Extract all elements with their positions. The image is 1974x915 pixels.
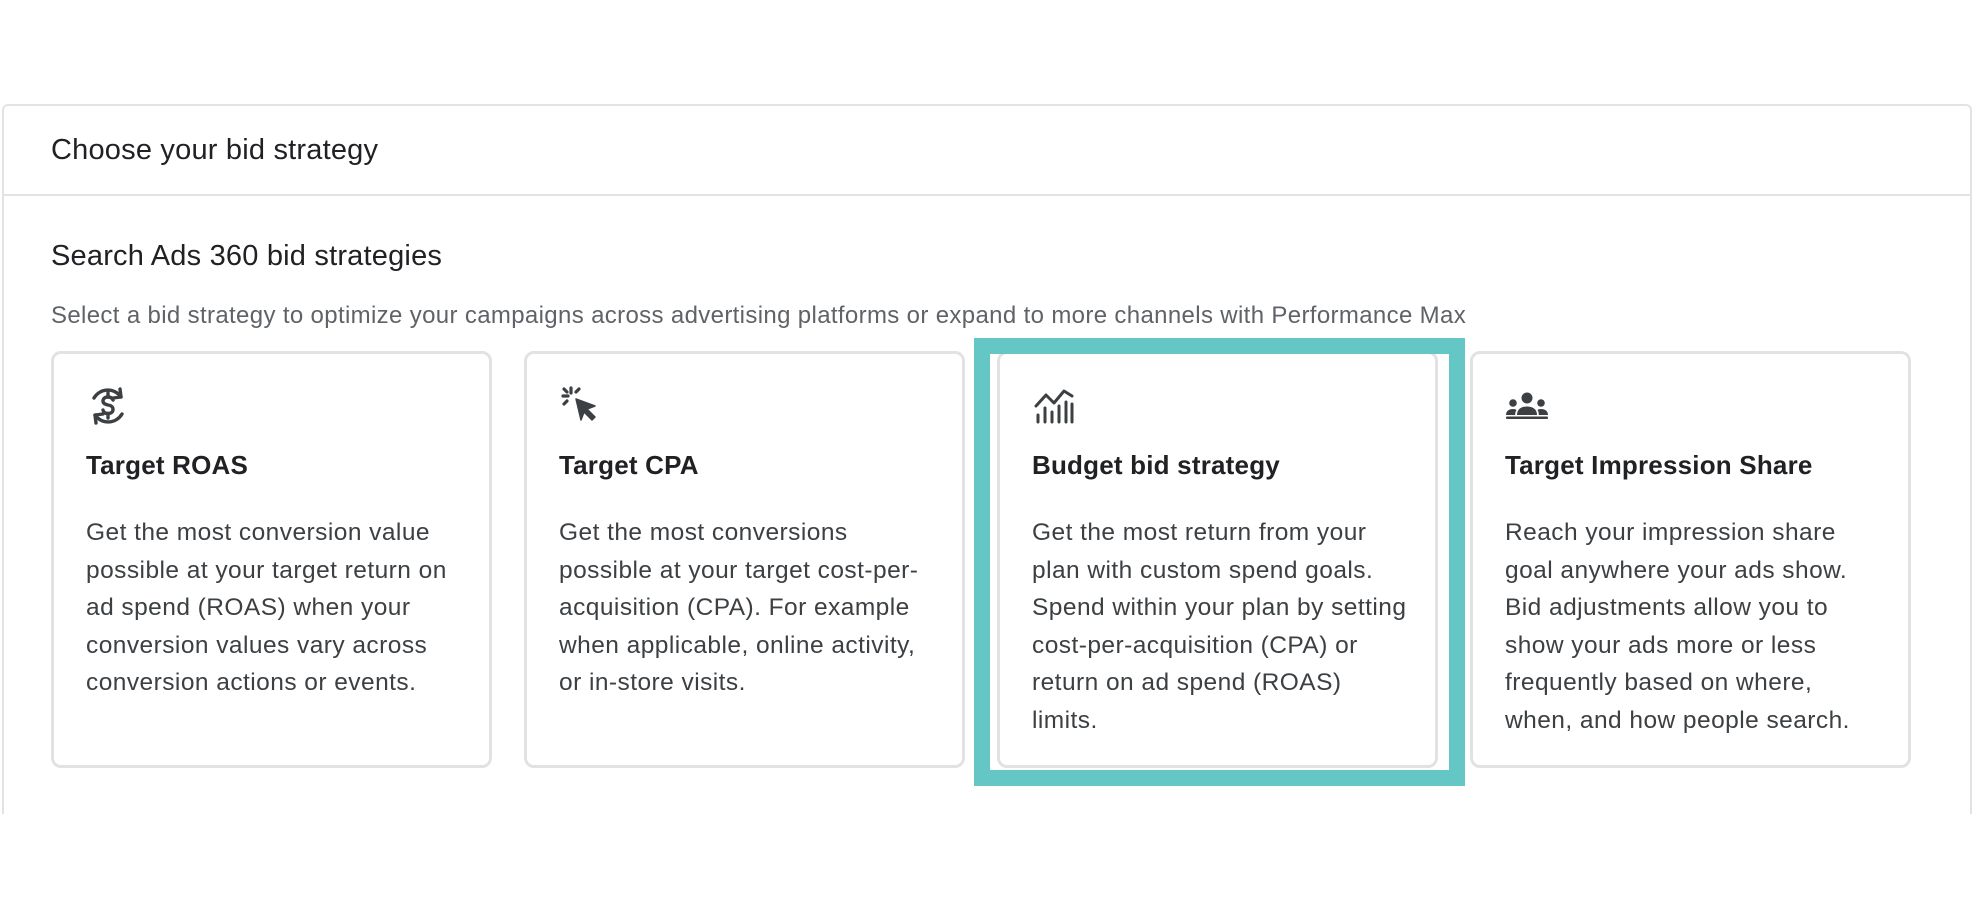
card-title: Target CPA bbox=[559, 450, 699, 480]
card-description: Get the most conversions possible at you… bbox=[559, 519, 919, 696]
card-description: Get the most return from your plan with … bbox=[1032, 519, 1407, 734]
people-group-icon bbox=[1505, 384, 1549, 428]
card-title: Target ROAS bbox=[86, 450, 249, 480]
card-target-roas[interactable]: Target ROAS Get the most conversion valu… bbox=[51, 351, 492, 768]
chart-trend-icon bbox=[1032, 384, 1076, 428]
bid-strategy-panel: Choose your bid strategy Search Ads 360 … bbox=[2, 104, 1972, 814]
card-description: Get the most conversion value possible a… bbox=[86, 519, 447, 696]
cursor-click-icon bbox=[559, 384, 603, 428]
section-title: Search Ads 360 bid strategies bbox=[51, 240, 443, 272]
card-description: Reach your impression share goal anywher… bbox=[1505, 519, 1850, 734]
card-target-impression-share[interactable]: Target Impression Share Reach your impre… bbox=[1470, 351, 1911, 768]
section-description: Select a bid strategy to optimize your c… bbox=[51, 302, 1467, 329]
panel-header: Choose your bid strategy bbox=[4, 106, 1970, 196]
card-title: Budget bid strategy bbox=[1032, 450, 1280, 480]
card-target-cpa[interactable]: Target CPA Get the most conversions poss… bbox=[524, 351, 965, 768]
card-title: Target Impression Share bbox=[1505, 450, 1813, 480]
card-budget-bid-strategy[interactable]: Budget bid strategy Get the most return … bbox=[997, 351, 1438, 768]
dollar-sync-icon bbox=[86, 384, 130, 428]
panel-title: Choose your bid strategy bbox=[51, 133, 379, 166]
